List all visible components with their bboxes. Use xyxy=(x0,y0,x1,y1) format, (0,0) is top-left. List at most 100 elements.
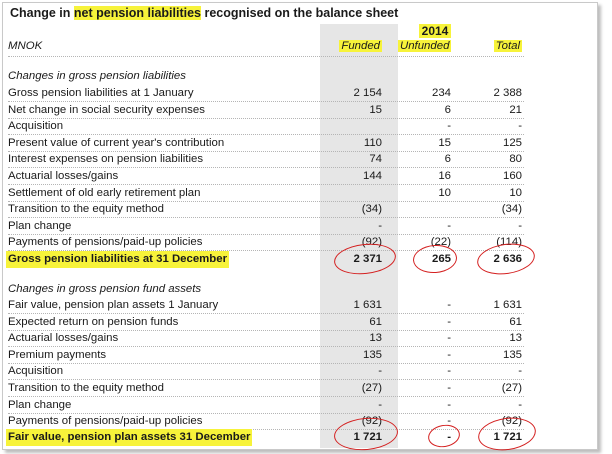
funded-value: 61 xyxy=(369,315,382,328)
funded-value: 74 xyxy=(369,153,382,166)
row-label: Transition to the equity method xyxy=(8,382,164,394)
table-row: Plan change - - - xyxy=(0,397,594,414)
table-row: Interest expenses on pension liabilities… xyxy=(0,151,594,168)
section2-title: Changes in gross pension fund assets xyxy=(8,283,202,295)
unfunded-value: - xyxy=(447,332,451,345)
row-label: Net change in social security expenses xyxy=(8,103,205,116)
total-value: - xyxy=(518,398,522,411)
row-label: Fair value, pension plan assets 31 Decem… xyxy=(6,429,253,446)
funded-value: 135 xyxy=(362,348,382,361)
row-label: Plan change xyxy=(8,398,72,411)
unfunded-value: 10 xyxy=(438,186,451,199)
total-value: - xyxy=(518,365,522,378)
unfunded-value: - xyxy=(447,398,451,411)
total-value: - xyxy=(518,219,522,232)
funded-value: 1 631 xyxy=(353,299,382,311)
row-label: Expected return on pension funds xyxy=(8,315,179,328)
title-text-pre: Change in xyxy=(10,6,74,20)
funded-header: Funded xyxy=(320,38,382,55)
total-value: 1 631 xyxy=(493,299,522,311)
row-label: Acquisition xyxy=(8,365,64,378)
unfunded-value: 234 xyxy=(431,87,451,99)
funded-header-text: Funded xyxy=(339,40,382,52)
row-label: Actuarial losses/gains xyxy=(8,332,119,345)
table-row: Plan change - - - xyxy=(0,218,594,235)
table-row: Settlement of old early retirement plan 1… xyxy=(0,185,594,202)
header-separator xyxy=(8,56,524,57)
section-title: Changes in gross pension fund assets xyxy=(0,281,594,298)
year-header: 2014 xyxy=(398,24,472,38)
funded-value: 110 xyxy=(363,136,382,149)
year-label: 2014 xyxy=(418,24,452,38)
section1-title: Changes in gross pension liabilities xyxy=(8,70,186,82)
funded-value: (27) xyxy=(361,382,382,394)
table-row: Net change in social security expenses 15… xyxy=(0,102,594,119)
funded-value: 144 xyxy=(362,170,382,182)
row-label: Plan change xyxy=(8,219,72,232)
table-title: Change in net pension liabilities recogn… xyxy=(10,6,398,20)
table-row: Actuarial losses/gains 13 - 13 xyxy=(0,330,594,347)
unfunded-value: - xyxy=(447,299,451,311)
total-value: (27) xyxy=(501,382,522,394)
table-row: Fair value, pension plan assets 1 Januar… xyxy=(0,297,594,314)
row-label: Payments of pensions/paid-up policies xyxy=(8,415,203,428)
funded-value: - xyxy=(378,365,382,378)
funded-value: 13 xyxy=(369,332,382,345)
row-label: Premium payments xyxy=(8,348,107,361)
row-label: Gross pension liabilities at 31 December xyxy=(6,251,230,268)
row-label: Transition to the equity method xyxy=(8,203,164,216)
funded-value: (34) xyxy=(361,203,382,216)
column-header-row: MNOK Funded Unfunded Total xyxy=(0,38,594,55)
total-value: 21 xyxy=(509,103,522,116)
title-highlight: net pension liabilities xyxy=(73,6,202,20)
table-row: Actuarial losses/gains 144 16 160 xyxy=(0,168,594,185)
total-value: 61 xyxy=(509,315,522,328)
table-row: Acquisition - - - xyxy=(0,363,594,380)
table-row: Present value of current year's contribu… xyxy=(0,135,594,152)
row-label: Payments of pensions/paid-up policies xyxy=(8,236,203,249)
row-label: Present value of current year's contribu… xyxy=(8,136,225,149)
table-row: Premium payments 135 - 135 xyxy=(0,347,594,364)
unfunded-value: 6 xyxy=(444,153,451,166)
total-value: 135 xyxy=(502,348,522,361)
unfunded-value: 16 xyxy=(438,170,451,182)
unfunded-value: - xyxy=(447,315,451,328)
table-row: Transition to the equity method (27) - (27) xyxy=(0,380,594,397)
unfunded-value: 15 xyxy=(438,136,451,149)
unfunded-value: - xyxy=(447,365,451,378)
total-value: 80 xyxy=(509,153,522,166)
total-value: - xyxy=(518,120,522,133)
table-row: Transition to the equity method (34) (34) xyxy=(0,201,594,218)
unfunded-value: - xyxy=(447,348,451,361)
total-value: 10 xyxy=(509,186,522,199)
row-label: Actuarial losses/gains xyxy=(8,170,119,182)
table-row: Gross pension liabilities at 1 January 2 … xyxy=(0,85,594,102)
unfunded-header: Unfunded xyxy=(398,38,452,55)
row-label: Settlement of old early retirement plan xyxy=(8,186,201,199)
total-value: 13 xyxy=(509,332,522,345)
total-header-text: Total xyxy=(493,40,522,52)
unfunded-header-text: Unfunded xyxy=(398,40,452,52)
unfunded-value: - xyxy=(447,382,451,394)
unfunded-value: - xyxy=(447,219,451,232)
funded-value: 2 154 xyxy=(353,87,382,99)
unit-label: MNOK xyxy=(8,40,43,52)
row-label: Interest expenses on pension liabilities xyxy=(8,153,204,166)
funded-value: - xyxy=(378,398,382,411)
total-header: Total xyxy=(472,38,522,55)
table-row: Expected return on pension funds 61 - 61 xyxy=(0,314,594,331)
title-text-post: recognised on the balance sheet xyxy=(201,6,399,20)
unfunded-value: 6 xyxy=(444,103,451,116)
row-label: Fair value, pension plan assets 1 Januar… xyxy=(8,299,219,311)
total-value: 125 xyxy=(502,136,522,149)
row-label: Acquisition xyxy=(8,120,64,133)
row-label: Gross pension liabilities at 1 January xyxy=(8,87,194,99)
table-row: Acquisition - - xyxy=(0,118,594,135)
total-value: 160 xyxy=(502,170,522,182)
unfunded-value: - xyxy=(447,120,451,133)
funded-value: - xyxy=(378,219,382,232)
total-value: (34) xyxy=(501,203,522,216)
total-value: 2 388 xyxy=(493,87,522,99)
section-title: Changes in gross pension liabilities xyxy=(0,68,594,85)
funded-value: 15 xyxy=(369,103,382,116)
